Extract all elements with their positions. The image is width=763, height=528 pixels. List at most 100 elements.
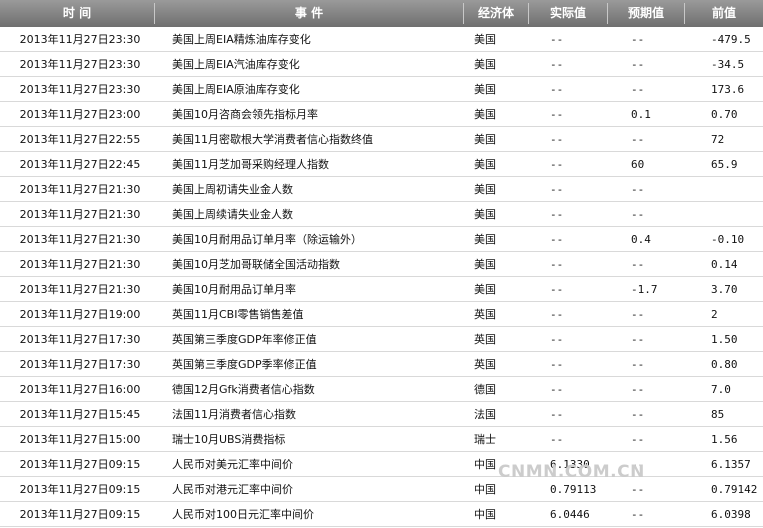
row-event: 美国11月芝加哥采购经理人指数 — [172, 158, 329, 171]
row-economy: 美国 — [474, 183, 496, 196]
row-economy: 美国 — [474, 233, 496, 246]
row-forecast: 60 — [631, 158, 645, 171]
row-previous: 85 — [711, 408, 725, 421]
table-row: 2013年11月27日23:30 美国上周EIA汽油库存变化 美国 -- -- -34.5 — [0, 52, 763, 77]
row-actual: -- — [550, 408, 564, 421]
header-forecast: 预期值 — [627, 6, 664, 20]
row-actual: -- — [550, 133, 564, 146]
row-event: 美国10月耐用品订单月率（除运输外） — [172, 233, 362, 246]
table-row: 2013年11月27日09:15 人民币对美元汇率中间价 中国 6.1330 -- 6.1… — [0, 452, 763, 477]
row-economy: 英国 — [474, 358, 496, 371]
row-forecast: -1.7 — [631, 283, 658, 296]
header-previous: 前值 — [711, 6, 736, 20]
row-forecast: -- — [631, 358, 645, 371]
watermark: CNMN.COM.CN — [498, 462, 645, 482]
row-event: 美国10月咨商会领先指标月率 — [172, 108, 318, 121]
row-actual: -- — [550, 383, 564, 396]
row-previous: -479.5 — [711, 33, 751, 46]
row-time: 2013年11月27日15:45 — [19, 408, 141, 421]
row-forecast: -- — [631, 508, 645, 521]
row-actual: -- — [550, 283, 564, 296]
row-actual: -- — [550, 108, 564, 121]
header-time: 时 间 — [62, 6, 92, 20]
row-previous: 0.70 — [711, 108, 738, 121]
table-row: 2013年11月27日21:30 美国10月耐用品订单月率（除运输外） 美国 -- 0.… — [0, 227, 763, 252]
row-forecast: -- — [631, 333, 645, 346]
row-previous: 7.0 — [711, 383, 731, 396]
row-actual: -- — [550, 333, 564, 346]
row-forecast: -- — [631, 58, 645, 71]
row-economy: 德国 — [474, 383, 496, 396]
row-forecast: 0.4 — [631, 233, 651, 246]
row-economy: 中国 — [474, 508, 496, 521]
table-row: 2013年11月27日15:00 瑞士10月UBS消费指标 瑞士 -- -- 1.56 — [0, 427, 763, 452]
row-event: 人民币对美元汇率中间价 — [172, 458, 293, 471]
row-actual: 6.0446 — [550, 508, 590, 521]
row-event: 英国第三季度GDP年率修正值 — [172, 333, 317, 346]
row-event: 美国上周续请失业金人数 — [172, 208, 293, 221]
table-row: 2013年11月27日22:45 美国11月芝加哥采购经理人指数 美国 -- 60 65.… — [0, 152, 763, 177]
table-row: 2013年11月27日21:30 美国上周初请失业金人数 美国 -- -- — [0, 177, 763, 202]
table-row: 2013年11月27日16:00 德国12月Gfk消费者信心指数 德国 -- -- 7.0 — [0, 377, 763, 402]
table-row: 2013年11月27日21:30 美国上周续请失业金人数 美国 -- -- — [0, 202, 763, 227]
row-event: 美国10月耐用品订单月率 — [172, 283, 296, 296]
row-economy: 法国 — [474, 408, 496, 421]
row-actual: -- — [550, 358, 564, 371]
table-row: 2013年11月27日23:30 美国上周EIA精炼油库存变化 美国 -- -- -479… — [0, 27, 763, 52]
row-time: 2013年11月27日23:00 — [19, 108, 141, 121]
table-row: 2013年11月27日21:30 美国10月耐用品订单月率 美国 -- -1.7 3.70 — [0, 277, 763, 302]
table-row: 2013年11月27日15:45 法国11月消费者信心指数 法国 -- -- 85 — [0, 402, 763, 427]
row-previous: -0.10 — [711, 233, 745, 246]
row-time: 2013年11月27日21:30 — [19, 283, 141, 296]
row-time: 2013年11月27日09:15 — [19, 508, 141, 521]
row-time: 2013年11月27日21:30 — [19, 183, 141, 196]
row-event: 英国11月CBI零售销售差值 — [172, 308, 304, 321]
row-forecast: -- — [631, 408, 645, 421]
row-economy: 美国 — [474, 283, 496, 296]
row-previous: 173.6 — [711, 83, 745, 96]
row-event: 德国12月Gfk消费者信心指数 — [172, 383, 315, 396]
row-time: 2013年11月27日22:55 — [19, 133, 141, 146]
row-economy: 美国 — [474, 258, 496, 271]
table-row: 2013年11月27日23:30 美国上周EIA原油库存变化 美国 -- -- 173.6 — [0, 77, 763, 102]
row-previous: 1.50 — [711, 333, 738, 346]
row-forecast: -- — [631, 383, 645, 396]
row-actual: -- — [550, 33, 564, 46]
row-previous: 65.9 — [711, 158, 738, 171]
row-event: 人民币对100日元汇率中间价 — [172, 508, 314, 521]
header-economy: 经济体 — [477, 6, 514, 20]
table-row: 2013年11月27日22:55 美国11月密歇根大学消费者信心指数终值 美国 -- -… — [0, 127, 763, 152]
row-forecast: -- — [631, 133, 645, 146]
row-economy: 美国 — [474, 33, 496, 46]
header-actual: 实际值 — [549, 6, 586, 20]
row-forecast: -- — [631, 258, 645, 271]
row-event: 美国上周初请失业金人数 — [172, 183, 293, 196]
row-time: 2013年11月27日23:30 — [19, 33, 141, 46]
row-previous: 72 — [711, 133, 725, 146]
table-row: 2013年11月27日21:30 美国10月芝加哥联储全国活动指数 美国 -- -- 0.… — [0, 252, 763, 277]
row-actual: -- — [550, 58, 564, 71]
row-economy: 瑞士 — [474, 433, 496, 446]
row-actual: -- — [550, 433, 564, 446]
row-economy: 中国 — [474, 458, 496, 471]
row-previous: 2 — [711, 308, 718, 321]
row-economy: 美国 — [474, 108, 496, 121]
row-economy: 美国 — [474, 208, 496, 221]
row-event: 瑞士10月UBS消费指标 — [172, 433, 286, 446]
row-actual: -- — [550, 158, 564, 171]
row-time: 2013年11月27日17:30 — [19, 333, 141, 346]
row-previous: 0.79142 — [711, 483, 758, 496]
table-row: 2013年11月27日23:00 美国10月咨商会领先指标月率 美国 -- 0.1 0.7… — [0, 102, 763, 127]
row-previous: 1.56 — [711, 433, 738, 446]
row-economy: 美国 — [474, 158, 496, 171]
row-event: 英国第三季度GDP季率修正值 — [172, 358, 317, 371]
row-previous: 0.80 — [711, 358, 738, 371]
row-forecast: -- — [631, 433, 645, 446]
row-time: 2013年11月27日15:00 — [19, 433, 141, 446]
header-event: 事 件 — [294, 6, 324, 20]
row-economy: 美国 — [474, 83, 496, 96]
row-previous: 0.14 — [711, 258, 738, 271]
row-economy: 英国 — [474, 308, 496, 321]
row-economy: 美国 — [474, 58, 496, 71]
row-event: 美国上周EIA汽油库存变化 — [172, 58, 300, 71]
